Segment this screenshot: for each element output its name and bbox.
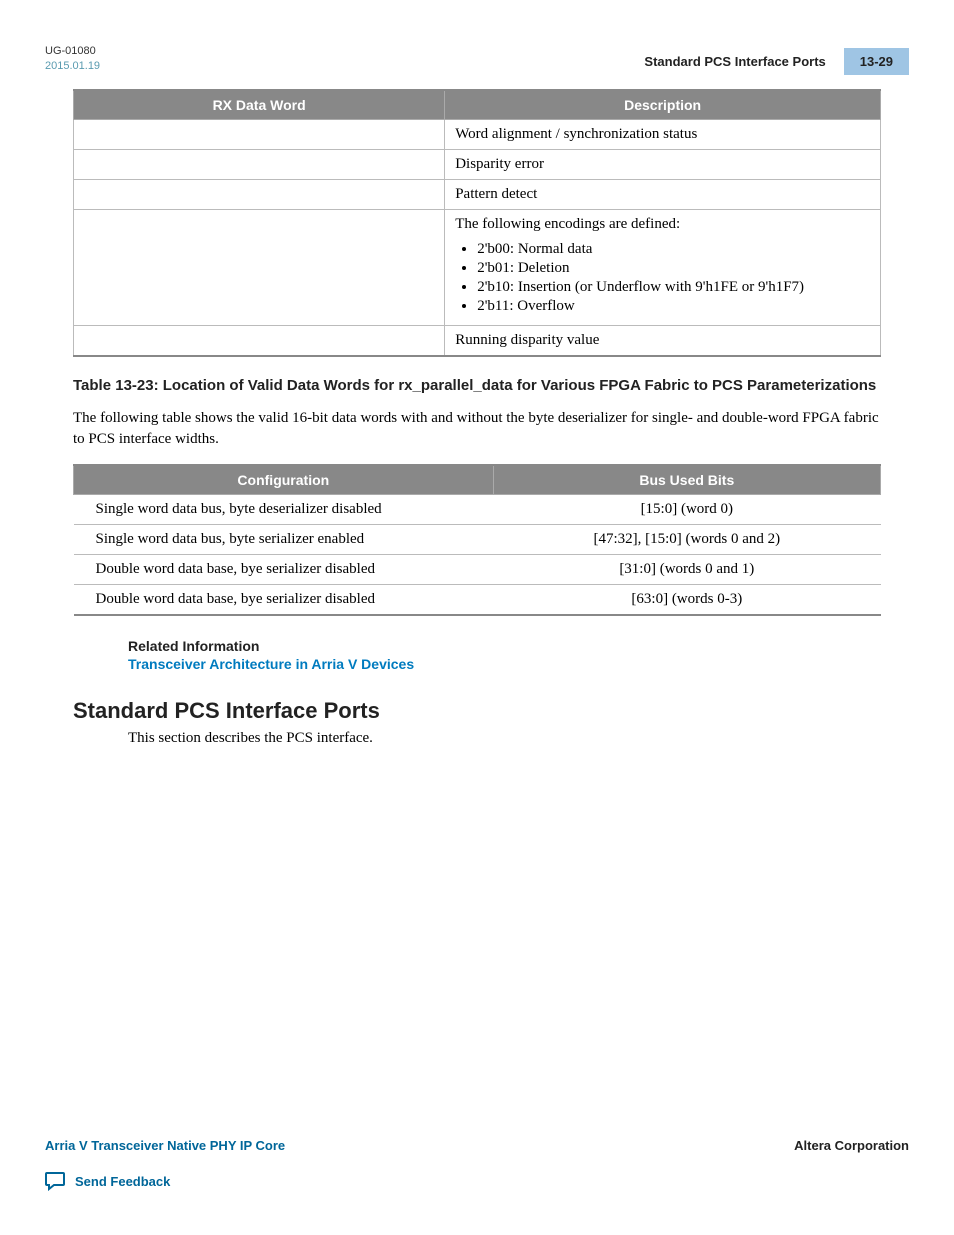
section-heading: Standard PCS Interface Ports xyxy=(73,698,881,724)
section-body: This section describes the PCS interface… xyxy=(128,730,881,747)
cell xyxy=(74,209,445,325)
cell: Word alignment / synchronization status xyxy=(445,119,881,149)
related-information: Related Information Transceiver Architec… xyxy=(128,638,881,674)
doc-date: 2015.01.19 xyxy=(45,59,100,74)
cell-config: Single word data bus, byte serializer en… xyxy=(74,524,494,554)
table2-header-bits: Bus Used Bits xyxy=(493,465,880,495)
list-item: 2'b00: Normal data xyxy=(477,241,870,258)
footer-right: Altera Corporation xyxy=(794,1138,909,1153)
configuration-table: Configuration Bus Used Bits Single word … xyxy=(73,464,881,616)
cell-bits: [31:0] (words 0 and 1) xyxy=(493,554,880,584)
cell-bits: [47:32], [15:0] (words 0 and 2) xyxy=(493,524,880,554)
footer-left: Arria V Transceiver Native PHY IP Core xyxy=(45,1138,285,1153)
table-row: Pattern detect xyxy=(74,179,881,209)
cell xyxy=(74,179,445,209)
table-row: Double word data base, bye serializer di… xyxy=(74,554,881,584)
page-header: UG-01080 2015.01.19 Standard PCS Interfa… xyxy=(45,44,909,75)
cell: The following encodings are defined: 2'b… xyxy=(445,209,881,325)
comment-icon xyxy=(45,1171,67,1191)
send-feedback-link[interactable]: Send Feedback xyxy=(75,1174,170,1189)
table-row: Double word data base, bye serializer di… xyxy=(74,584,881,615)
table2-intro: The following table shows the valid 16-b… xyxy=(73,408,881,450)
table2-header-config: Configuration xyxy=(74,465,494,495)
table1-header-col2: Description xyxy=(445,90,881,120)
list-item: 2'b10: Insertion (or Underflow with 9'h1… xyxy=(477,279,870,296)
table-row: Disparity error xyxy=(74,149,881,179)
cell-bits: [63:0] (words 0-3) xyxy=(493,584,880,615)
doc-id: UG-01080 xyxy=(45,44,100,59)
cell: Pattern detect xyxy=(445,179,881,209)
list-item: 2'b01: Deletion xyxy=(477,260,870,277)
rx-data-word-table: RX Data Word Description Word alignment … xyxy=(73,89,881,357)
table-row: Single word data bus, byte deserializer … xyxy=(74,494,881,524)
table-row: Running disparity value xyxy=(74,325,881,356)
table1-header-col1: RX Data Word xyxy=(74,90,445,120)
table-row: The following encodings are defined: 2'b… xyxy=(74,209,881,325)
page-number: 13-29 xyxy=(844,48,909,75)
cell xyxy=(74,119,445,149)
cell: Disparity error xyxy=(445,149,881,179)
related-heading: Related Information xyxy=(128,638,881,654)
related-link[interactable]: Transceiver Architecture in Arria V Devi… xyxy=(128,656,414,672)
table-row: Single word data bus, byte serializer en… xyxy=(74,524,881,554)
encodings-intro: The following encodings are defined: xyxy=(455,216,870,233)
header-section-title: Standard PCS Interface Ports xyxy=(644,54,825,69)
doc-id-block: UG-01080 2015.01.19 xyxy=(45,44,100,75)
encodings-list: 2'b00: Normal data 2'b01: Deletion 2'b10… xyxy=(477,241,870,315)
cell xyxy=(74,325,445,356)
table2-caption: Table 13-23: Location of Valid Data Word… xyxy=(73,377,881,394)
cell-bits: [15:0] (word 0) xyxy=(493,494,880,524)
cell-config: Double word data base, bye serializer di… xyxy=(74,584,494,615)
header-right: Standard PCS Interface Ports 13-29 xyxy=(644,48,909,75)
cell xyxy=(74,149,445,179)
list-item: 2'b11: Overflow xyxy=(477,298,870,315)
send-feedback[interactable]: Send Feedback xyxy=(45,1171,909,1191)
cell: Running disparity value xyxy=(445,325,881,356)
cell-config: Double word data base, bye serializer di… xyxy=(74,554,494,584)
table-row: Word alignment / synchronization status xyxy=(74,119,881,149)
cell-config: Single word data bus, byte deserializer … xyxy=(74,494,494,524)
page-footer: Arria V Transceiver Native PHY IP Core A… xyxy=(45,1138,909,1191)
